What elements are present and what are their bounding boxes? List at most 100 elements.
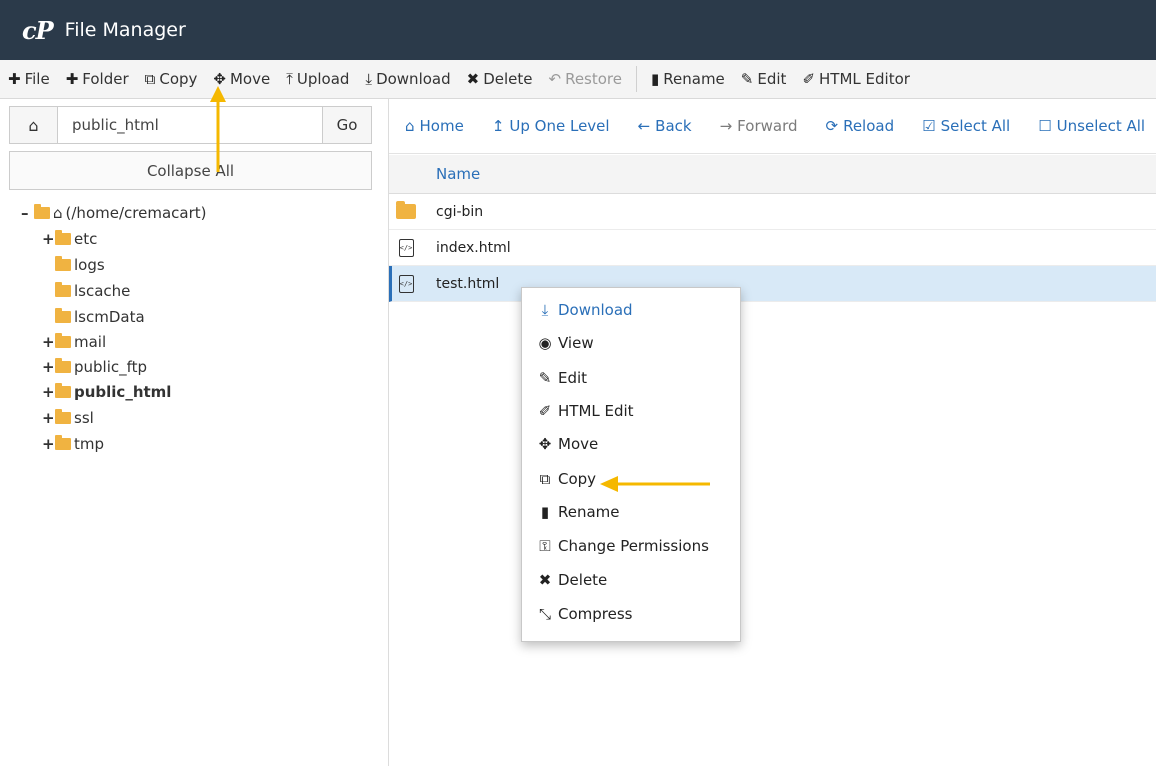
table-header: Name: [389, 155, 1156, 194]
open-folder-icon: [34, 204, 50, 219]
path-bar: ⌂ Go: [9, 106, 372, 144]
navigation-bar: ⌂ Home ↥ Up One Level ← Back → Forward ⟳ Relo…: [389, 99, 1156, 154]
annotation-arrow-up: [210, 86, 226, 172]
folder-icon: [55, 333, 71, 348]
folder-icon: [55, 282, 71, 297]
file-name: test.html: [436, 275, 500, 292]
annotation-arrow-left: [600, 476, 710, 492]
html-file-icon: </>: [398, 238, 414, 257]
html-editor-button[interactable]: ✐ HTML Editor: [794, 60, 917, 98]
download-icon: ⤓: [541, 301, 549, 319]
folder-icon: [396, 201, 416, 219]
app-title: File Manager: [64, 19, 186, 41]
html-editor-icon: ✐: [802, 70, 816, 88]
restore-button[interactable]: ↶ Restore: [541, 60, 631, 98]
table-row[interactable]: cgi-bin: [389, 194, 1156, 230]
select-all-button[interactable]: ☑ Select All: [908, 117, 1024, 135]
collapse-all-button[interactable]: Collapse All: [9, 151, 372, 190]
expand-toggle[interactable]: +: [42, 333, 55, 351]
tree-item-lscache[interactable]: lscache: [42, 279, 130, 303]
toolbar-divider: [636, 66, 637, 92]
folder-icon: [55, 383, 71, 398]
expand-toggle[interactable]: +: [42, 383, 55, 401]
move-icon: ✥: [538, 435, 552, 453]
tree-root[interactable]: – ⌂ (/home/cremacart): [21, 201, 206, 225]
back-button[interactable]: ← Back: [624, 117, 706, 135]
rename-button[interactable]: ▮ Rename: [643, 60, 733, 98]
menu-item-move[interactable]: ✥ Move: [536, 431, 599, 457]
copy-icon: ⧉: [144, 70, 156, 88]
context-menu: ⤓ Download ◉ View ✎ Edit ✐ HTML Edit ✥ Move ⧉…: [521, 287, 741, 642]
new-folder-button[interactable]: ✚ Folder: [58, 60, 137, 98]
tree-item-lscmdata[interactable]: lscmData: [42, 305, 145, 329]
plus-icon: ✚: [65, 70, 79, 88]
path-input[interactable]: [58, 107, 322, 143]
table-row[interactable]: </> index.html: [389, 230, 1156, 266]
rename-icon: ▮: [651, 70, 660, 88]
directory-tree-pane: ⌂ Go Collapse All – ⌂ (/home/cremacart) …: [0, 99, 389, 766]
edit-icon: ✎: [740, 70, 754, 88]
tree-item-ssl[interactable]: + ssl: [42, 406, 94, 430]
collapse-toggle[interactable]: –: [21, 204, 31, 222]
menu-item-edit[interactable]: ✎ Edit: [536, 365, 587, 391]
menu-item-view[interactable]: ◉ View: [536, 330, 593, 356]
menu-item-download[interactable]: ⤓ Download: [536, 297, 633, 323]
cpanel-logo: cP: [22, 15, 54, 45]
home-icon: ⌂: [53, 204, 63, 222]
tree-item-public-ftp[interactable]: + public_ftp: [42, 355, 147, 379]
delete-icon: ✖: [538, 571, 552, 589]
unselect-all-button[interactable]: ☐ Unselect All: [1024, 117, 1156, 135]
tree-item-etc[interactable]: + etc: [42, 227, 97, 251]
tree-root-label: (/home/cremacart): [65, 204, 207, 222]
tree-item-tmp[interactable]: + tmp: [42, 432, 104, 456]
restore-icon: ↶: [548, 70, 562, 88]
download-icon: ⤓: [365, 70, 373, 88]
copy-icon: ⧉: [539, 470, 551, 488]
edit-icon: ✎: [538, 369, 552, 387]
copy-button[interactable]: ⧉ Copy: [137, 60, 206, 98]
download-button[interactable]: ⤓ Download: [357, 60, 458, 98]
menu-item-compress[interactable]: ⤡ Compress: [536, 601, 633, 627]
go-button[interactable]: Go: [322, 107, 371, 143]
delete-button[interactable]: ✖ Delete: [459, 60, 541, 98]
tree-item-public-html[interactable]: + public_html: [42, 380, 171, 404]
level-up-icon: ↥: [491, 117, 505, 135]
name-column-header[interactable]: Name: [436, 165, 480, 183]
file-list-pane: ⌂ Home ↥ Up One Level ← Back → Forward ⟳ Relo…: [389, 99, 1156, 766]
rename-icon: ▮: [540, 503, 550, 521]
html-file-icon: </>: [398, 274, 414, 293]
home-nav-button[interactable]: ⌂ Home: [389, 117, 478, 135]
plus-icon: ✚: [8, 70, 21, 88]
tree-item-logs[interactable]: logs: [42, 253, 105, 277]
forward-button[interactable]: → Forward: [706, 117, 812, 135]
expand-toggle[interactable]: +: [42, 358, 55, 376]
upload-button[interactable]: ⤒ Upload: [278, 60, 357, 98]
reload-button[interactable]: ⟳ Reload: [812, 117, 909, 135]
menu-item-html-edit[interactable]: ✐ HTML Edit: [536, 398, 634, 424]
up-one-level-button[interactable]: ↥ Up One Level: [478, 117, 624, 135]
main-toolbar: ✚ File ✚ Folder ⧉ Copy ✥ Move ⤒ Upload ⤓ Downl…: [0, 60, 1156, 99]
expand-toggle[interactable]: +: [42, 435, 55, 453]
home-icon[interactable]: ⌂: [10, 107, 58, 143]
reload-icon: ⟳: [825, 117, 839, 135]
menu-item-change-permissions[interactable]: ⚿ Change Permissions: [536, 533, 709, 559]
folder-icon: [55, 409, 71, 424]
expand-toggle[interactable]: +: [42, 230, 55, 248]
new-file-button[interactable]: ✚ File: [0, 60, 58, 98]
upload-icon: ⤒: [286, 70, 293, 88]
folder-icon: [55, 230, 71, 245]
html-edit-icon: ✐: [538, 402, 552, 420]
file-name: index.html: [436, 239, 511, 256]
title-bar: cP File Manager: [0, 0, 1156, 60]
folder-icon: [55, 256, 71, 271]
arrow-right-icon: →: [719, 117, 733, 135]
menu-item-rename[interactable]: ▮ Rename: [536, 499, 620, 525]
table-row-selected[interactable]: </> test.html: [389, 266, 1156, 302]
tree-item-mail[interactable]: + mail: [42, 330, 106, 354]
menu-item-delete[interactable]: ✖ Delete: [536, 567, 608, 593]
eye-icon: ◉: [538, 334, 552, 352]
folder-icon: [55, 358, 71, 373]
menu-item-copy[interactable]: ⧉ Copy: [536, 466, 596, 492]
edit-button[interactable]: ✎ Edit: [733, 60, 795, 98]
expand-toggle[interactable]: +: [42, 409, 55, 427]
